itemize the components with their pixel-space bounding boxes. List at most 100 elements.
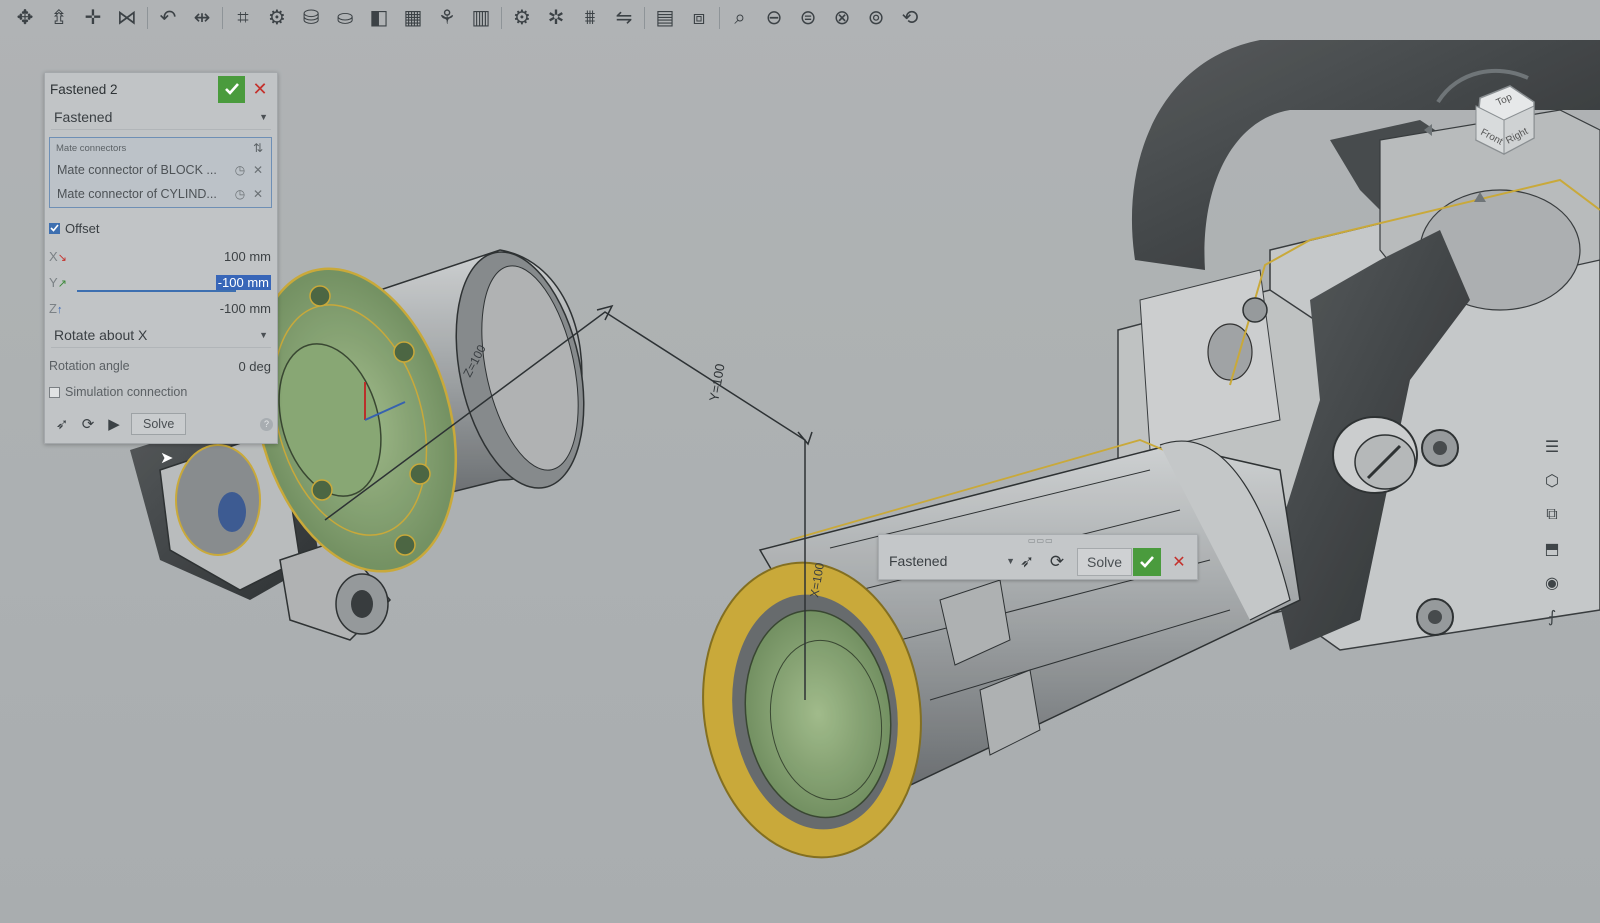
fastened-mate-icon[interactable]: ⚙ [260,1,294,35]
mini-mate-type-dropdown[interactable]: Fastened ▼ [885,549,1019,573]
accept-button[interactable] [218,75,245,103]
offset-checkbox-row[interactable]: Offset [49,218,271,238]
variables-icon[interactable]: ⨍ [1536,600,1568,634]
offset-x-row: X↘ 100 mm [49,245,271,267]
z-axis-label: Z [49,300,57,316]
appearance-icon[interactable]: ⬡ [1536,464,1568,498]
close-icon: ✕ [252,78,268,99]
refresh-icon[interactable]: ⟳ [75,413,101,435]
simulation-connection-row[interactable]: Simulation connection [49,382,271,402]
simulation-label: Simulation connection [65,385,188,399]
offset-checkbox[interactable] [49,222,60,234]
move-icon[interactable]: ✛ [76,1,110,35]
remove-icon[interactable]: ✕ [251,163,265,177]
offset-x-input[interactable]: 100 mm [79,249,271,264]
mate-connector-item[interactable]: Mate connector of CYLIND... ◷ ✕ [57,184,265,204]
assembly-list-icon[interactable]: ☰ [1536,430,1568,464]
toolbar-separator [222,7,223,29]
rotation-angle-input[interactable]: 0 deg [130,359,271,374]
refresh-icon[interactable]: ⟳ [1043,548,1071,576]
rotation-axis-dropdown[interactable]: Rotate about X ▼ [51,323,271,348]
chevron-down-icon: ▼ [259,330,268,340]
mate-connector-icon[interactable]: ⌗ [226,1,260,35]
dialog-title: Fastened 2 [50,81,118,97]
offset-label: Offset [65,220,100,236]
mate-connector-item[interactable]: Mate connector of BLOCK ... ◷ ✕ [57,160,265,180]
rotation-angle-row: Rotation angle 0 deg [49,355,271,377]
offset-y-input[interactable]: -100 mm [215,274,271,290]
mini-cancel-button[interactable]: ✕ [1166,549,1192,575]
mini-accept-button[interactable] [1133,548,1161,576]
section-view-icon[interactable]: ⊖ [757,1,791,35]
mini-solve-button[interactable]: Solve [1077,548,1133,576]
distance-icon[interactable]: ⇹ [185,1,219,35]
revolute-mate-icon[interactable]: ⛁ [294,1,328,35]
mate-type-dropdown[interactable]: Fastened ▼ [51,105,271,130]
render-icon[interactable]: ◉ [1536,566,1568,600]
animate-icon[interactable]: ⟲ [893,1,927,35]
simulation-checkbox[interactable] [49,386,60,398]
screw-relation-icon[interactable]: ⩩ [573,1,607,35]
explode-view-icon[interactable]: ⊜ [791,1,825,35]
mate-mini-toolbar: ▭▭▭ Fastened ▼ ➶ ⟳ Solve ✕ [878,534,1198,580]
arrow-icon[interactable]: ➶ [49,413,75,435]
offset-y-row: Y↗ -100 mm [49,271,271,293]
assembly-toolbar: ✥ ⇯ ✛ ⋈ ↶ ⇹ ⌗ ⚙ ⛁ ⛀ ◧ ▦ ⚘ ▥ ⚙ ✲ ⩩ ⇋ ▤ ⧈ ⌕ ⊖ ⊜ ⊗ ⊚ ⟲ [0,0,1600,36]
offset-z-row: Z↑ -100 mm [49,297,271,319]
planar-mate-icon[interactable]: ◧ [362,1,396,35]
z-arrow-icon: ↑ [56,303,63,316]
check-icon [1140,556,1154,568]
play-icon[interactable]: ▶ [101,413,127,435]
close-icon: ✕ [1172,554,1186,571]
mate-limits-icon[interactable]: ⊚ [859,1,893,35]
ball-mate-icon[interactable]: ▥ [464,1,498,35]
chevron-down-icon: ▼ [259,112,268,122]
offset-z-input[interactable]: -100 mm [79,301,271,316]
instance-tree-icon[interactable]: ⧉ [1536,498,1568,532]
cancel-button[interactable]: ✕ [249,78,271,100]
dialog-header: Fastened 2 ✕ [45,73,277,105]
section-icon[interactable]: ⬒ [1536,532,1568,566]
cylindrical-mate-icon[interactable]: ▦ [396,1,430,35]
toolbar-separator [501,7,502,29]
mouse-cursor-icon: ➤ [160,450,174,467]
toolbar-separator [644,7,645,29]
help-icon[interactable]: ? [260,417,273,431]
x-axis-label: X [49,248,58,264]
mate-icon[interactable]: ⋈ [110,1,144,35]
check-icon [50,224,59,232]
insert-icon[interactable]: ⇯ [42,1,76,35]
linear-relation-icon[interactable]: ⇋ [607,1,641,35]
arrow-icon[interactable]: ➶ [1013,548,1041,576]
y-axis-label: Y [49,274,58,290]
mate-connectors-field[interactable]: Mate connectors ⇅ Mate connector of BLOC… [49,137,272,208]
gear-relation-icon[interactable]: ⚙ [505,1,539,35]
transform-icon[interactable]: ✥ [8,1,42,35]
view-cube[interactable]: Top Front Right [1418,62,1558,212]
active-input-underline [77,290,236,292]
y-arrow-icon: ↗ [57,277,67,290]
clock-icon[interactable]: ◷ [232,187,248,201]
right-panel-dock: ☰ ⬡ ⧉ ⬒ ◉ ⨍ [1536,430,1568,634]
swap-icon[interactable]: ⇅ [253,141,263,155]
rack-pinion-icon[interactable]: ✲ [539,1,573,35]
interference-icon[interactable]: ⊗ [825,1,859,35]
replicate-icon[interactable]: ▤ [648,1,682,35]
pin-slot-mate-icon[interactable]: ⚘ [430,1,464,35]
mini-mate-type-value: Fastened [889,553,948,569]
solve-button[interactable]: Solve [131,413,187,435]
pattern-icon[interactable]: ⧈ [682,1,716,35]
toolbar-separator [719,7,720,29]
mate-connectors-label: Mate connectors [56,143,127,154]
slider-mate-icon[interactable]: ⛀ [328,1,362,35]
measure-icon[interactable]: ⌕ [723,1,757,35]
clock-icon[interactable]: ◷ [232,163,248,177]
drag-handle-icon[interactable]: ▭▭▭ [1028,536,1054,545]
check-icon [224,83,239,95]
x-arrow-icon: ↘ [57,251,67,264]
dialog-footer: ➶ ⟳ ▶ Solve ? [49,413,273,435]
rotation-axis-value: Rotate about X [54,327,148,343]
group-icon[interactable]: ↶ [151,1,185,35]
mate-connector-name: Mate connector of CYLIND... [57,187,217,201]
remove-icon[interactable]: ✕ [251,187,265,201]
